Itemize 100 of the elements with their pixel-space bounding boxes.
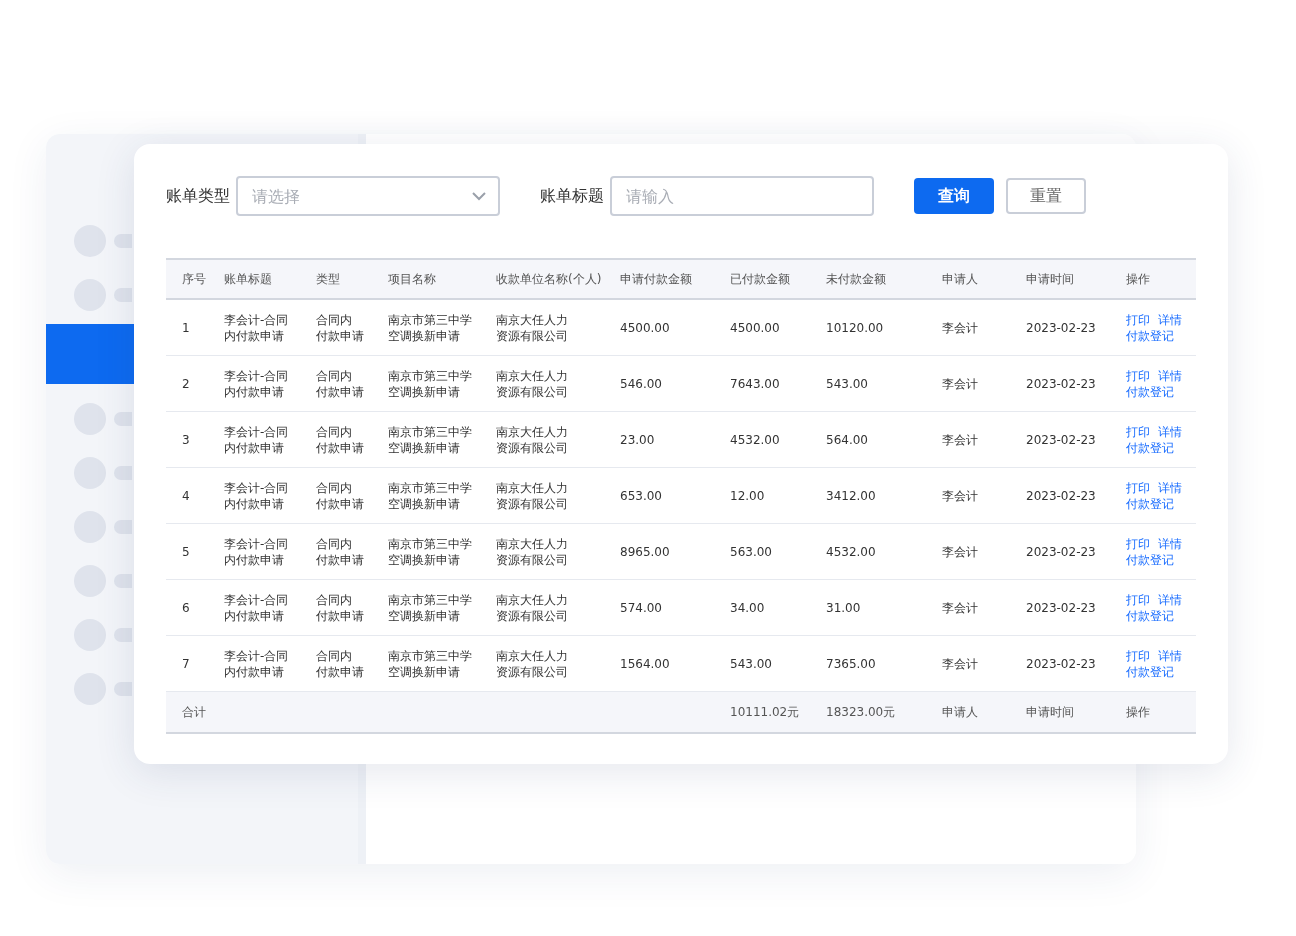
table-cell: 564.00: [826, 431, 868, 448]
table-cell: 543.00: [826, 375, 868, 392]
action-link[interactable]: 付款登记: [1126, 607, 1174, 624]
table-cell: 资源有限公司: [496, 327, 568, 344]
footer-cell: 10111.02元: [730, 704, 800, 720]
table-cell: 2023-02-23: [1026, 375, 1096, 392]
table-cell: 2023-02-23: [1026, 431, 1096, 448]
table-cell: 34.00: [730, 599, 765, 616]
table-cell: 4532.00: [730, 431, 780, 448]
action-link[interactable]: 付款登记: [1126, 495, 1174, 512]
action-link[interactable]: 付款登记: [1126, 663, 1174, 680]
table-cell: 1: [182, 319, 190, 336]
action-link[interactable]: 付款登记: [1126, 383, 1174, 400]
table-cell: 574.00: [620, 599, 662, 616]
table-cell: 空调换新申请: [388, 607, 460, 624]
action-link[interactable]: 付款登记: [1126, 439, 1174, 456]
table-cell: 3412.00: [826, 487, 876, 504]
table-cell: 资源有限公司: [496, 551, 568, 568]
action-link[interactable]: 详情: [1158, 423, 1182, 440]
table-cell: 5: [182, 543, 190, 560]
action-link[interactable]: 打印: [1126, 423, 1150, 440]
action-link[interactable]: 详情: [1158, 535, 1182, 552]
footer-cell: 申请时间: [1026, 704, 1074, 720]
table-cell: 12.00: [730, 487, 765, 504]
action-link[interactable]: 付款登记: [1126, 327, 1174, 344]
placeholder-bar: [114, 682, 132, 696]
table-cell: 10120.00: [826, 319, 884, 336]
table-cell: 南京大任人力: [496, 591, 568, 608]
table-cell: 南京大任人力: [496, 535, 568, 552]
table-cell: 内付款申请: [224, 327, 284, 344]
table-cell: 李会计-合同: [224, 535, 289, 552]
table-cell: 李会计-合同: [224, 647, 289, 664]
table-cell: 南京市第三中学: [388, 311, 472, 328]
filter-label: 账单标题: [540, 185, 604, 207]
table-cell: 合同内: [316, 367, 352, 384]
table-cell: 2023-02-23: [1026, 599, 1096, 616]
table-cell: 李会计-合同: [224, 423, 289, 440]
table-cell: 内付款申请: [224, 663, 284, 680]
sidebar-item-highlight[interactable]: [46, 324, 134, 384]
table-cell: 南京大任人力: [496, 479, 568, 496]
table-cell: 付款申请: [316, 495, 364, 512]
placeholder-bar: [114, 466, 132, 480]
table-cell: 4500.00: [620, 319, 670, 336]
action-link[interactable]: 详情: [1158, 647, 1182, 664]
table-cell: 合同内: [316, 535, 352, 552]
table-cell: 空调换新申请: [388, 383, 460, 400]
table-cell: 4: [182, 487, 190, 504]
table-cell: 南京大任人力: [496, 647, 568, 664]
action-link[interactable]: 详情: [1158, 367, 1182, 384]
action-link[interactable]: 打印: [1126, 311, 1150, 328]
table-cell: 空调换新申请: [388, 327, 460, 344]
footer-cell: 18323.00元: [826, 704, 896, 720]
table-cell: 内付款申请: [224, 439, 284, 456]
footer-cell: 申请人: [942, 704, 978, 720]
footer-cell: 合计: [182, 704, 206, 720]
table-cell: 653.00: [620, 487, 662, 504]
table-cell: 付款申请: [316, 607, 364, 624]
action-link[interactable]: 打印: [1126, 535, 1150, 552]
table-cell: 内付款申请: [224, 551, 284, 568]
reset-button[interactable]: 重置: [1006, 178, 1086, 214]
action-link[interactable]: 打印: [1126, 367, 1150, 384]
column-header: 收款单位名称(个人): [496, 271, 602, 287]
table-cell: 资源有限公司: [496, 383, 568, 400]
column-header: 类型: [316, 271, 340, 287]
table-cell: 李会计: [942, 487, 978, 504]
action-link[interactable]: 打印: [1126, 591, 1150, 608]
table-cell: 4532.00: [826, 543, 876, 560]
table-cell: 付款申请: [316, 439, 364, 456]
table-cell: 付款申请: [316, 663, 364, 680]
column-header: 申请付款金额: [620, 271, 692, 287]
action-link[interactable]: 详情: [1158, 479, 1182, 496]
action-link[interactable]: 打印: [1126, 479, 1150, 496]
action-link[interactable]: 详情: [1158, 591, 1182, 608]
table-cell: 合同内: [316, 479, 352, 496]
table-cell: 空调换新申请: [388, 439, 460, 456]
table-cell: 南京大任人力: [496, 311, 568, 328]
column-header: 申请人: [942, 271, 978, 287]
table-cell: 合同内: [316, 423, 352, 440]
table-cell: 付款申请: [316, 383, 364, 400]
table-cell: 李会计-合同: [224, 591, 289, 608]
table-cell: 南京大任人力: [496, 423, 568, 440]
action-link[interactable]: 详情: [1158, 311, 1182, 328]
table-cell: 合同内: [316, 647, 352, 664]
table-cell: 23.00: [620, 431, 655, 448]
placeholder-bar: [114, 234, 132, 248]
table-cell: 2: [182, 375, 190, 392]
table-cell: 南京大任人力: [496, 367, 568, 384]
table-cell: 南京市第三中学: [388, 479, 472, 496]
table-cell: 资源有限公司: [496, 495, 568, 512]
table-cell: 李会计: [942, 655, 978, 672]
input-field[interactable]: 请输入: [610, 176, 874, 216]
search-button[interactable]: 查询: [914, 178, 994, 214]
placeholder-bar: [114, 628, 132, 642]
table-cell: 3: [182, 431, 190, 448]
column-header: 序号: [182, 271, 206, 287]
action-link[interactable]: 打印: [1126, 647, 1150, 664]
table-cell: 李会计-合同: [224, 367, 289, 384]
table-cell: 8965.00: [620, 543, 670, 560]
select-field[interactable]: 请选择: [236, 176, 500, 216]
action-link[interactable]: 付款登记: [1126, 551, 1174, 568]
